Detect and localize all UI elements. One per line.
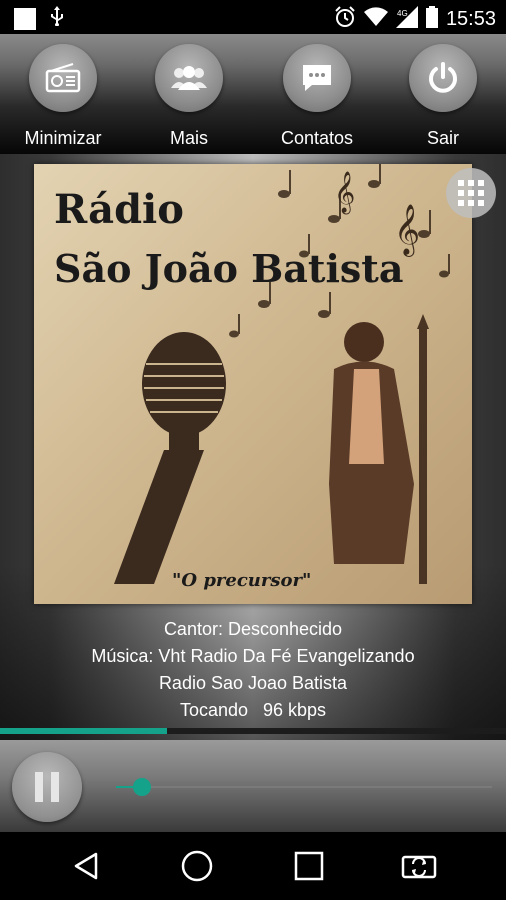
pause-button[interactable] — [12, 752, 82, 822]
volume-slider-track[interactable] — [116, 786, 492, 788]
svg-text:𝄞: 𝄞 — [334, 171, 355, 214]
player-controls — [0, 740, 506, 832]
radio-icon — [29, 44, 97, 112]
saint-figure-illustration — [329, 314, 429, 584]
svg-text:4G: 4G — [397, 9, 408, 18]
notification-square-icon — [14, 7, 36, 30]
top-toolbar: Minimizar Mais Contatos Sair — [0, 34, 506, 154]
exit-button[interactable]: Sair — [388, 44, 498, 154]
clock-time: 15:53 — [445, 8, 496, 30]
battery-icon — [425, 6, 438, 33]
alarm-icon — [334, 6, 356, 33]
volume-slider-thumb[interactable] — [133, 778, 151, 796]
player-main: 𝄞 𝄞 Rádio São João Batista "O precursor"… — [0, 154, 506, 740]
contacts-button[interactable]: Contatos — [262, 44, 372, 154]
track-info: Cantor: Desconhecido Música: Vht Radio D… — [0, 616, 506, 724]
cover-title-line2: São João Batista — [54, 246, 404, 291]
buffer-progress-fill — [0, 728, 167, 734]
navigation-bar — [0, 832, 506, 900]
pause-icon — [35, 772, 43, 802]
signal-4g-icon: 4G — [395, 6, 418, 33]
contacts-label: Contatos — [280, 128, 354, 148]
grid-menu-button[interactable] — [446, 168, 496, 218]
home-button[interactable] — [172, 846, 222, 886]
singer-text: Cantor: Desconhecido — [163, 619, 343, 639]
more-label: Mais — [169, 128, 208, 148]
home-icon — [181, 850, 213, 882]
rotate-button[interactable] — [394, 846, 444, 886]
station-text: Radio Sao Joao Batista — [158, 673, 348, 693]
screen-rotate-icon — [401, 855, 437, 879]
minimize-button[interactable]: Minimizar — [8, 44, 118, 154]
recents-button[interactable] — [284, 846, 334, 886]
pause-icon-bar — [51, 772, 59, 802]
playback-status-text: Tocando 96 kbps — [179, 700, 327, 720]
microphone-illustration — [114, 332, 226, 584]
cover-title-line1: Rádio — [54, 186, 184, 233]
power-icon — [409, 44, 477, 112]
back-button[interactable] — [62, 846, 112, 886]
people-icon — [155, 44, 223, 112]
wifi-icon — [363, 7, 388, 32]
status-bar: 4G 15:53 — [0, 0, 506, 34]
album-cover: 𝄞 𝄞 Rádio São João Batista "O precursor" — [34, 164, 472, 604]
back-icon — [74, 852, 98, 880]
song-text: Música: Vht Radio Da Fé Evangelizando — [91, 646, 415, 666]
exit-label: Sair — [426, 128, 459, 148]
cover-subtitle: "O precursor" — [172, 570, 312, 591]
usb-icon — [50, 6, 64, 31]
minimize-label: Minimizar — [24, 128, 102, 148]
more-button[interactable]: Mais — [134, 44, 244, 154]
chat-icon — [283, 44, 351, 112]
grid-menu-icon — [458, 180, 484, 206]
recents-icon — [294, 851, 324, 881]
